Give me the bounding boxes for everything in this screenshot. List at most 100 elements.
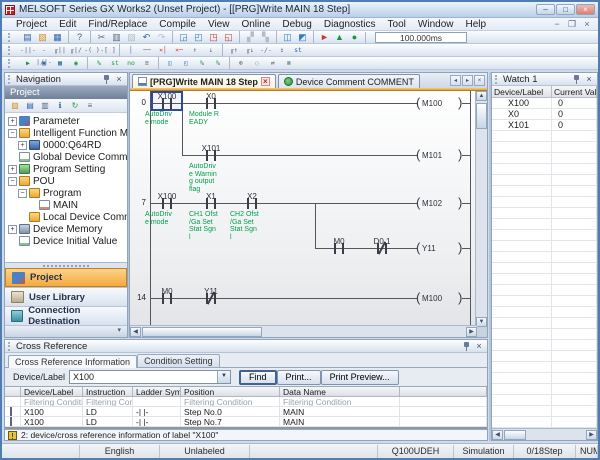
watch-empty-row[interactable] xyxy=(492,351,597,362)
watch-device-cell[interactable] xyxy=(492,208,552,218)
watch-device-cell[interactable] xyxy=(492,164,552,174)
vertical-scrollbar[interactable]: ▲ ▼ xyxy=(475,91,487,327)
watch-value-cell[interactable] xyxy=(552,307,597,317)
watch-value-cell[interactable] xyxy=(552,351,597,361)
row-selector-cell[interactable] xyxy=(5,407,21,416)
menu-tool[interactable]: Tool xyxy=(382,19,412,30)
delete-horizontal-line-icon[interactable]: ×─ xyxy=(171,44,187,56)
watch-device-cell[interactable] xyxy=(492,329,552,339)
watch-value-cell[interactable] xyxy=(552,164,597,174)
xref-cell[interactable]: Ladder Symbol xyxy=(133,387,181,396)
watch-device-cell[interactable] xyxy=(492,230,552,240)
remote-operation-icon[interactable]: ◱ xyxy=(221,31,236,43)
watch-value-cell[interactable] xyxy=(552,384,597,394)
pin-icon[interactable] xyxy=(102,75,111,84)
vertical-line-icon[interactable]: │ xyxy=(123,44,139,56)
comment-display-icon[interactable]: % xyxy=(91,57,107,69)
delete-vertical-line-icon[interactable]: ×│ xyxy=(155,44,171,56)
mdi-minimize-icon[interactable]: − xyxy=(551,19,563,30)
ladder-canvas[interactable]: 0714X100AutoDriv e modeX0Module R EADYX1… xyxy=(130,91,477,327)
tree-item-local-device-comment[interactable]: Local Device Comment xyxy=(5,211,127,223)
horizontal-line-icon[interactable]: ── xyxy=(139,44,155,56)
tab-prg-write-main-18-step[interactable]: [PRG]Write MAIN 18 Step× xyxy=(132,74,276,88)
tab-scroll-left-icon[interactable]: ◂ xyxy=(450,75,461,86)
xref-cell[interactable]: MAIN xyxy=(280,417,400,426)
watch-empty-row[interactable] xyxy=(492,329,597,340)
read-from-plc-icon[interactable]: ◰ xyxy=(191,31,206,43)
xref-cell[interactable]: LD xyxy=(83,417,133,426)
watch-value-cell[interactable] xyxy=(552,329,597,339)
tree-expander-icon[interactable]: + xyxy=(18,141,27,150)
watch-value-cell[interactable] xyxy=(552,131,597,141)
watch-empty-row[interactable] xyxy=(492,197,597,208)
mdi-restore-icon[interactable]: ❐ xyxy=(566,19,578,30)
watch-horizontal-scrollbar[interactable]: ◀ ▶ xyxy=(492,428,597,440)
watch-device-cell[interactable] xyxy=(492,296,552,306)
watch-empty-row[interactable] xyxy=(492,340,597,351)
pin-icon[interactable] xyxy=(572,75,581,84)
watch-device-cell[interactable] xyxy=(492,252,552,262)
new-project-icon[interactable]: ▤ xyxy=(20,31,35,43)
watch-value-cell[interactable] xyxy=(552,197,597,207)
device-test-icon[interactable]: ▲ xyxy=(332,31,347,43)
statement-display-icon[interactable]: st xyxy=(107,57,123,69)
watch-row[interactable]: X1000 xyxy=(492,98,597,109)
ladder-coil-y11[interactable]: Y11 xyxy=(422,244,436,253)
tree-expander-icon[interactable]: − xyxy=(8,129,17,138)
display-format-icon[interactable]: ≡ xyxy=(139,57,155,69)
minimize-button[interactable]: – xyxy=(536,4,555,15)
watch-device-cell[interactable] xyxy=(492,219,552,229)
filter-icon[interactable]: ≡ xyxy=(83,100,97,112)
tree-expander-icon[interactable]: − xyxy=(8,177,17,186)
open-window-icon[interactable]: ◫ xyxy=(162,57,178,69)
mdi-close-icon[interactable]: × xyxy=(581,19,593,30)
device-label-combo[interactable]: X100 ▼ xyxy=(69,370,231,384)
xref-header-row[interactable]: Device/LabelInstructionLadder SymbolPosi… xyxy=(5,387,487,397)
step-run-icon[interactable]: ● xyxy=(347,31,362,43)
scroll-right-icon[interactable]: ▶ xyxy=(586,430,597,440)
watch-value-cell[interactable] xyxy=(552,208,597,218)
xref-cell[interactable]: Filtering Condit... xyxy=(83,397,133,406)
watch-empty-row[interactable] xyxy=(492,164,597,175)
tree-expander-icon[interactable]: + xyxy=(8,225,17,234)
watch-value-cell[interactable] xyxy=(552,175,597,185)
menu-find-replace[interactable]: Find/Replace xyxy=(82,19,153,30)
nav-button-user-library[interactable]: User Library xyxy=(5,287,127,306)
watch-value-cell[interactable] xyxy=(552,252,597,262)
undo-icon[interactable]: ↶ xyxy=(139,31,154,43)
watch-window-icon[interactable]: ◩ xyxy=(295,31,310,43)
xref-cell[interactable]: Step No.0 xyxy=(181,407,280,416)
watch-device-cell[interactable] xyxy=(492,263,552,273)
scroll-left-icon[interactable]: ◀ xyxy=(492,430,503,440)
watch-empty-row[interactable] xyxy=(492,230,597,241)
tab-close-all-icon[interactable]: × xyxy=(474,75,485,86)
cut-icon[interactable]: ✂ xyxy=(94,31,109,43)
panel-switcher[interactable]: ▾ xyxy=(5,325,127,337)
open-contact-icon[interactable]: -||- xyxy=(20,44,36,56)
menu-edit[interactable]: Edit xyxy=(53,19,82,30)
xref-cell[interactable]: X100 xyxy=(21,407,83,416)
watch-value-cell[interactable] xyxy=(552,318,597,328)
online-program-change-icon[interactable]: ◉ xyxy=(68,57,84,69)
pin-icon[interactable] xyxy=(462,342,471,351)
scroll-up-icon[interactable]: ▲ xyxy=(476,91,487,101)
watch-device-cell[interactable] xyxy=(492,241,552,251)
close-icon[interactable]: × xyxy=(474,342,484,351)
close-icon[interactable]: × xyxy=(584,75,594,84)
watch-device-cell[interactable] xyxy=(492,318,552,328)
xref-cell[interactable]: Filtering Condition xyxy=(280,397,400,406)
watch-empty-row[interactable] xyxy=(492,274,597,285)
new-data-icon[interactable]: ▧ xyxy=(8,100,22,112)
watch-device-cell[interactable] xyxy=(492,131,552,141)
watch-empty-row[interactable] xyxy=(492,406,597,417)
tab-scroll-right-icon[interactable]: ▸ xyxy=(462,75,473,86)
scroll-thumb[interactable] xyxy=(504,430,526,440)
watch-empty-row[interactable] xyxy=(492,263,597,274)
falling-pulse-icon[interactable]: ↓ xyxy=(203,44,219,56)
xref-cell[interactable]: Position xyxy=(181,387,280,396)
watch-device-cell[interactable] xyxy=(492,417,552,427)
watch-device-cell[interactable] xyxy=(492,373,552,383)
tree-item-pou[interactable]: −POU xyxy=(5,175,127,187)
invert-result-icon[interactable]: -/- xyxy=(258,44,274,56)
watch-value-cell[interactable] xyxy=(552,395,597,405)
